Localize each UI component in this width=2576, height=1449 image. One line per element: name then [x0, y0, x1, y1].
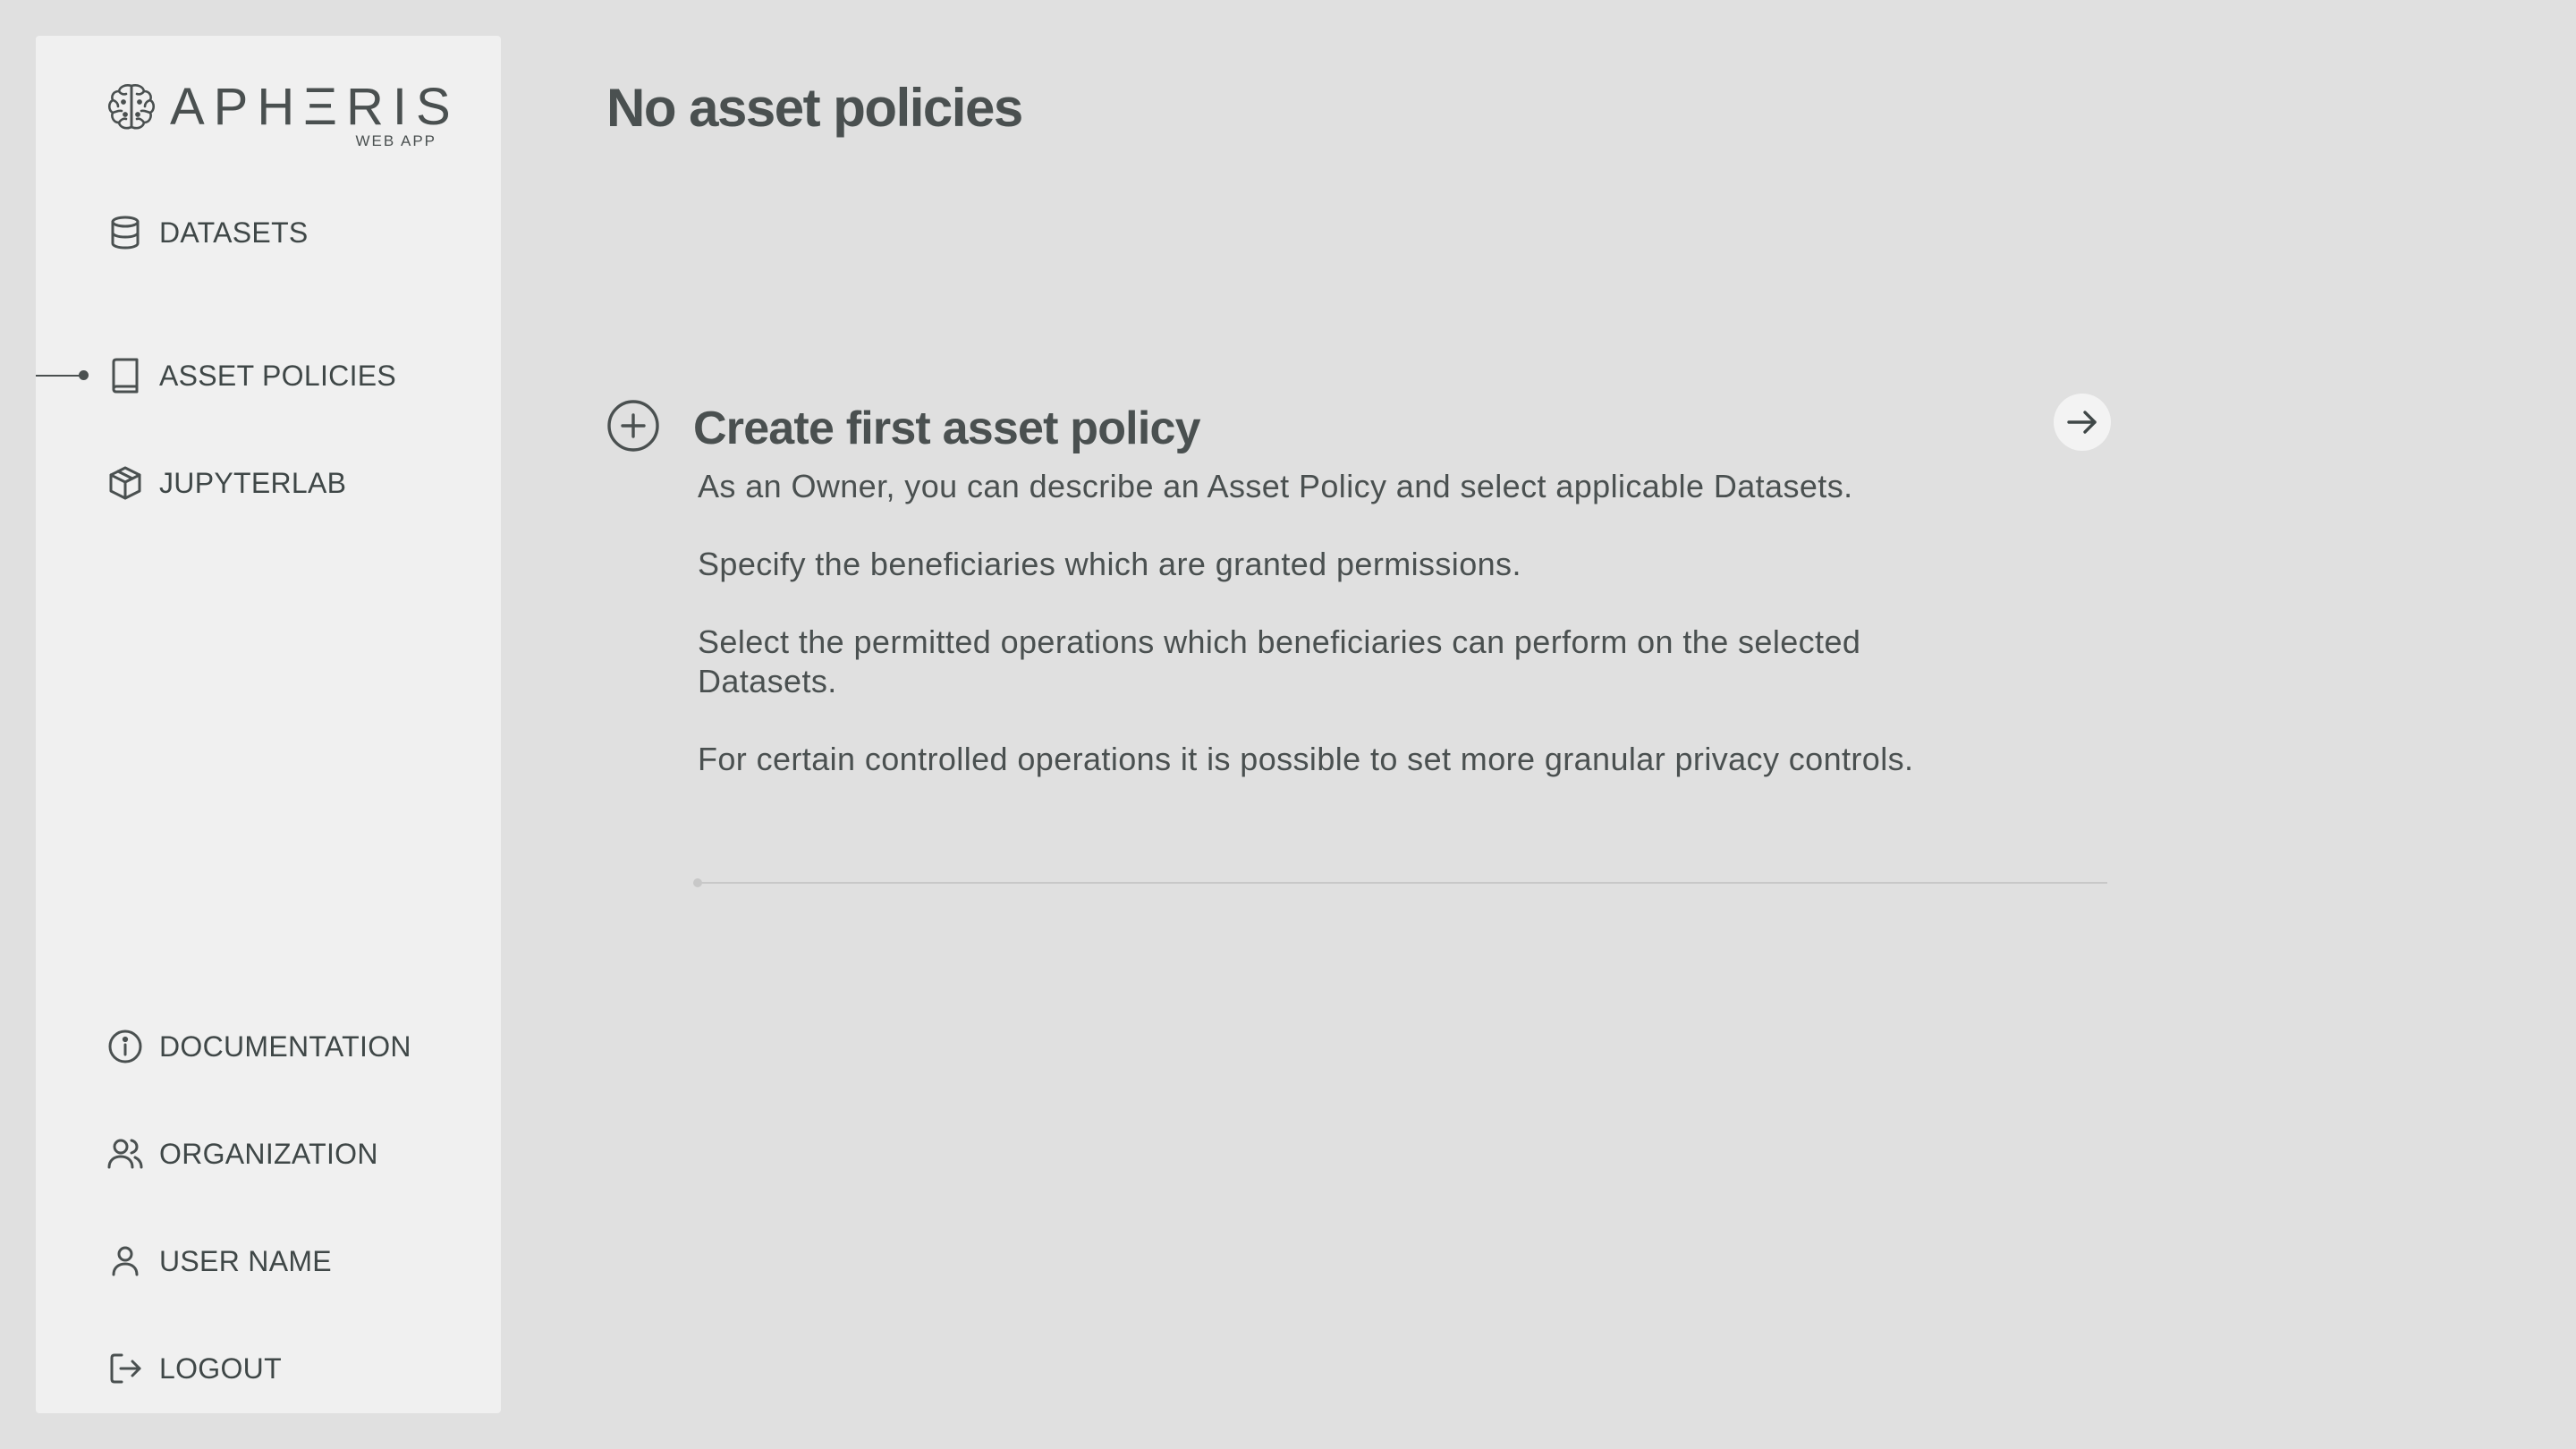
user-icon	[106, 1241, 145, 1281]
sidebar-item-logout[interactable]: LOGOUT	[106, 1342, 481, 1395]
card-paragraph: As an Owner, you can describe an Asset P…	[698, 468, 1853, 504]
database-icon	[106, 213, 145, 252]
logo-wordmark: APHΞRIS	[170, 78, 460, 136]
create-asset-policy-card[interactable]: Create first asset policy As an Owner, y…	[606, 394, 2111, 894]
sidebar-item-label: ORGANIZATION	[159, 1137, 378, 1170]
app-logo[interactable]: APHΞRIS WEB APP	[106, 79, 451, 152]
sidebar-item-user-name[interactable]: USER NAME	[106, 1234, 481, 1288]
create-asset-policy-button[interactable]	[2054, 394, 2111, 451]
users-icon	[106, 1134, 145, 1174]
sidebar-item-label: DATASETS	[159, 216, 309, 249]
sidebar-item-datasets[interactable]: DATASETS	[106, 206, 481, 259]
card-description: As an Owner, you can describe an Asset P…	[698, 467, 1986, 818]
card-title[interactable]: Create first asset policy	[693, 401, 1201, 456]
sidebar: APHΞRIS WEB APP DATASETS ASSET POLICIES	[36, 36, 501, 1413]
sidebar-item-label: USER NAME	[159, 1244, 332, 1277]
card-paragraph: Specify the beneficiaries which are gran…	[698, 546, 1521, 582]
plus-circle-icon[interactable]	[606, 399, 660, 453]
card-paragraph: For certain controlled operations it is …	[698, 741, 1914, 777]
sidebar-item-jupyterlab[interactable]: JUPYTERLAB	[106, 456, 481, 510]
brain-icon	[107, 84, 156, 130]
active-nav-indicator-dot	[79, 370, 89, 380]
sidebar-item-label: LOGOUT	[159, 1352, 282, 1385]
sidebar-item-label: ASSET POLICIES	[159, 359, 397, 392]
arrow-right-icon	[2067, 411, 2097, 434]
card-divider	[698, 882, 2107, 884]
sidebar-item-label: JUPYTERLAB	[159, 466, 347, 499]
info-icon	[106, 1027, 145, 1066]
sidebar-item-organization[interactable]: ORGANIZATION	[106, 1127, 481, 1181]
sidebar-item-label: DOCUMENTATION	[159, 1030, 411, 1063]
book-icon	[106, 356, 145, 395]
sidebar-item-documentation[interactable]: DOCUMENTATION	[106, 1020, 481, 1073]
card-paragraph: Select the permitted operations which be…	[698, 623, 1861, 699]
sidebar-item-asset-policies[interactable]: ASSET POLICIES	[106, 349, 481, 402]
cube-icon	[106, 463, 145, 503]
page-title: No asset policies	[606, 78, 1023, 138]
logout-icon	[106, 1349, 145, 1388]
logo-subtitle: WEB APP	[355, 132, 436, 149]
